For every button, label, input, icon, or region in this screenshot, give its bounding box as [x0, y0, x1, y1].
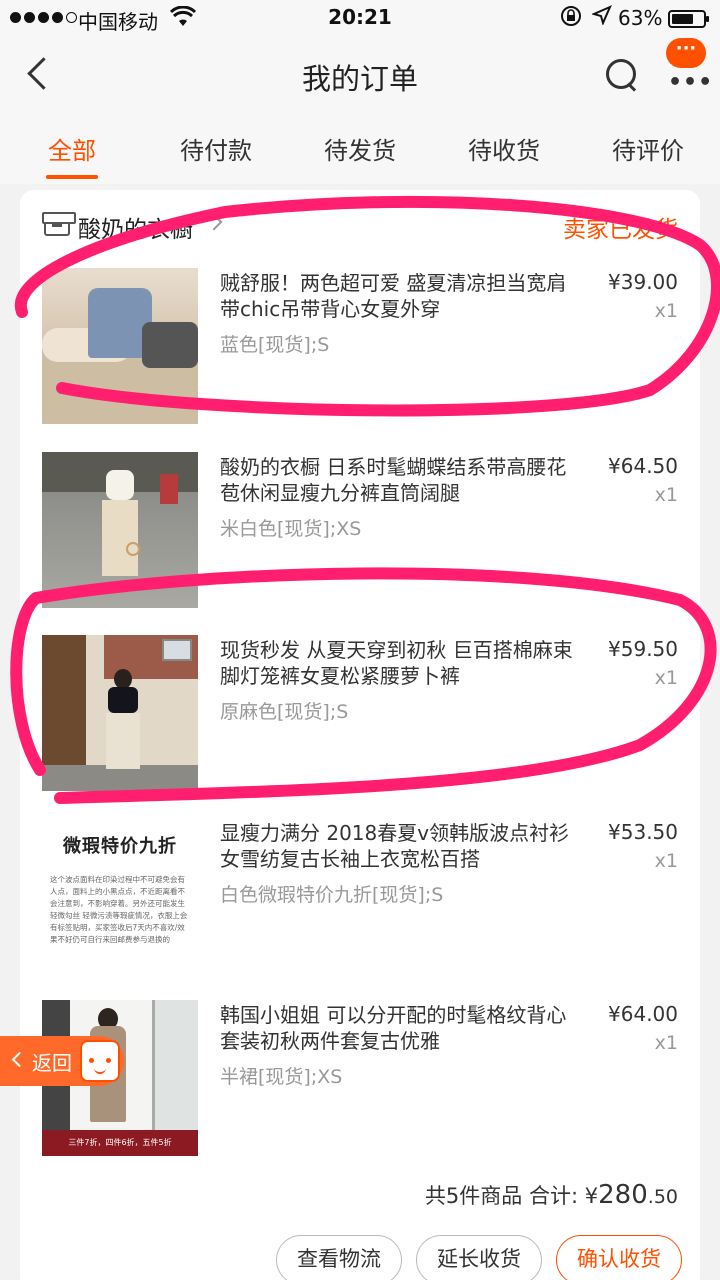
product-spec: 半裙[现货];XS [220, 1066, 343, 1088]
total-amount-decimal: .50 [647, 1186, 678, 1208]
product-price: ¥53.50 [608, 820, 678, 844]
order-actions: 查看物流 延长收货 确认收货 [276, 1235, 682, 1280]
product-price: ¥39.00 [608, 270, 678, 294]
item-count-text: 共5件商品 [424, 1184, 523, 1208]
shop-name[interactable]: 酸奶的衣橱 [78, 210, 193, 244]
order-item[interactable]: 现货秒发 从夏天穿到初秋 巨百搭棉麻束脚灯笼裤女夏松紧腰萝卜裤 原麻色[现货];… [20, 635, 700, 795]
product-spec: 蓝色[现货];S [220, 334, 330, 356]
promo-banner: 三件7折，四件6折，五件5折 [42, 1130, 198, 1156]
total-currency: ¥ [584, 1184, 599, 1208]
order-card: 酸奶的衣橱 卖家已发货 贼舒服！两色超可爱 盛夏清凉担当宽肩带chic吊带背心女… [20, 190, 700, 1280]
order-item[interactable]: 微瑕特价九折 这个波点面料在印染过程中不可避免会有人点，面料上的小黑点点，不近距… [20, 818, 700, 978]
shop-header[interactable]: 酸奶的衣橱 卖家已发货 [20, 190, 700, 258]
order-status: 卖家已发货 [563, 217, 678, 243]
total-label: 合计: [529, 1184, 579, 1208]
product-title[interactable]: 酸奶的衣橱 日系时髦蝴蝶结系带高腰花苞休闲显瘦九分裤直筒阔腿 [220, 454, 580, 506]
product-title[interactable]: 现货秒发 从夏天穿到初秋 巨百搭棉麻束脚灯笼裤女夏松紧腰萝卜裤 [220, 637, 580, 689]
message-bubble-icon: ··· [666, 38, 706, 68]
status-bar: 中国移动 20:21 63% [0, 0, 720, 36]
nav-bar: 我的订单 ··· ••• [0, 36, 720, 112]
product-title[interactable]: 贼舒服！两色超可爱 盛夏清凉担当宽肩带chic吊带背心女夏外穿 [220, 270, 580, 322]
search-icon[interactable] [604, 58, 638, 92]
more-menu-button[interactable]: ··· ••• [666, 38, 712, 95]
rotation-lock-icon [560, 5, 582, 32]
more-dots-icon: ••• [668, 70, 714, 95]
shopping-bag-icon [80, 1040, 120, 1082]
product-spec: 米白色[现货];XS [220, 518, 362, 540]
product-quantity: x1 [654, 484, 678, 506]
confirm-receipt-button[interactable]: 确认收货 [556, 1235, 682, 1280]
tab-pending-payment[interactable]: 待付款 [144, 112, 288, 184]
order-total: 共5件商品 合计: ¥280.50 [425, 1180, 678, 1210]
clock: 20:21 [328, 5, 392, 29]
product-thumbnail[interactable]: 微瑕特价九折 这个波点面料在印染过程中不可避免会有人点，面料上的小黑点点，不近距… [42, 818, 198, 974]
tab-pending-shipment[interactable]: 待发货 [288, 112, 432, 184]
order-item[interactable]: 三件7折，四件6折，五件5折 韩国小姐姐 可以分开配的时髦格纹背心套装初秋两件套… [20, 1000, 700, 1160]
location-icon [591, 5, 612, 30]
back-label: 返回 [32, 1051, 72, 1075]
extend-receipt-button[interactable]: 延长收货 [416, 1235, 542, 1280]
product-quantity: x1 [654, 1032, 678, 1054]
product-title[interactable]: 韩国小姐姐 可以分开配的时髦格纹背心套装初秋两件套复古优雅 [220, 1002, 580, 1054]
thumbnail-heading: 微瑕特价九折 [63, 836, 177, 857]
product-thumbnail[interactable] [42, 635, 198, 791]
tab-pending-review[interactable]: 待评价 [576, 112, 720, 184]
product-spec: 原麻色[现货];S [220, 701, 349, 723]
product-quantity: x1 [654, 667, 678, 689]
chevron-right-icon [205, 213, 223, 231]
product-title[interactable]: 显瘦力满分 2018春夏v领韩版波点衬衫女雪纺复古长袖上衣宽松百搭 [220, 820, 580, 872]
shop-icon [42, 212, 76, 236]
tab-all[interactable]: 全部 [0, 112, 144, 184]
thumbnail-note: 这个波点面料在印染过程中不可避免会有人点，面料上的小黑点点，不近距离看不会注意到… [50, 875, 188, 944]
battery-icon [668, 10, 709, 28]
product-quantity: x1 [654, 300, 678, 322]
product-thumbnail[interactable] [42, 268, 198, 424]
product-quantity: x1 [654, 850, 678, 872]
order-item[interactable]: 贼舒服！两色超可爱 盛夏清凉担当宽肩带chic吊带背心女夏外穿 蓝色[现货];S… [20, 268, 700, 428]
order-tabs: 全部 待付款 待发货 待收货 待评价 [0, 112, 720, 184]
chevron-left-icon [11, 1051, 28, 1068]
total-amount-integer: 280 [598, 1180, 648, 1210]
product-price: ¥64.00 [608, 1002, 678, 1026]
order-item[interactable]: 酸奶的衣橱 日系时髦蝴蝶结系带高腰花苞休闲显瘦九分裤直筒阔腿 米白色[现货];X… [20, 452, 700, 612]
product-price: ¥64.50 [608, 454, 678, 478]
battery-percent: 63% [618, 6, 663, 30]
product-price: ¥59.50 [608, 637, 678, 661]
tab-pending-receipt[interactable]: 待收货 [432, 112, 576, 184]
view-logistics-button[interactable]: 查看物流 [276, 1235, 402, 1280]
product-thumbnail[interactable] [42, 452, 198, 608]
floating-back-button[interactable]: 返回 [0, 1036, 124, 1086]
product-spec: 白色微瑕特价九折[现货];S [220, 884, 444, 906]
